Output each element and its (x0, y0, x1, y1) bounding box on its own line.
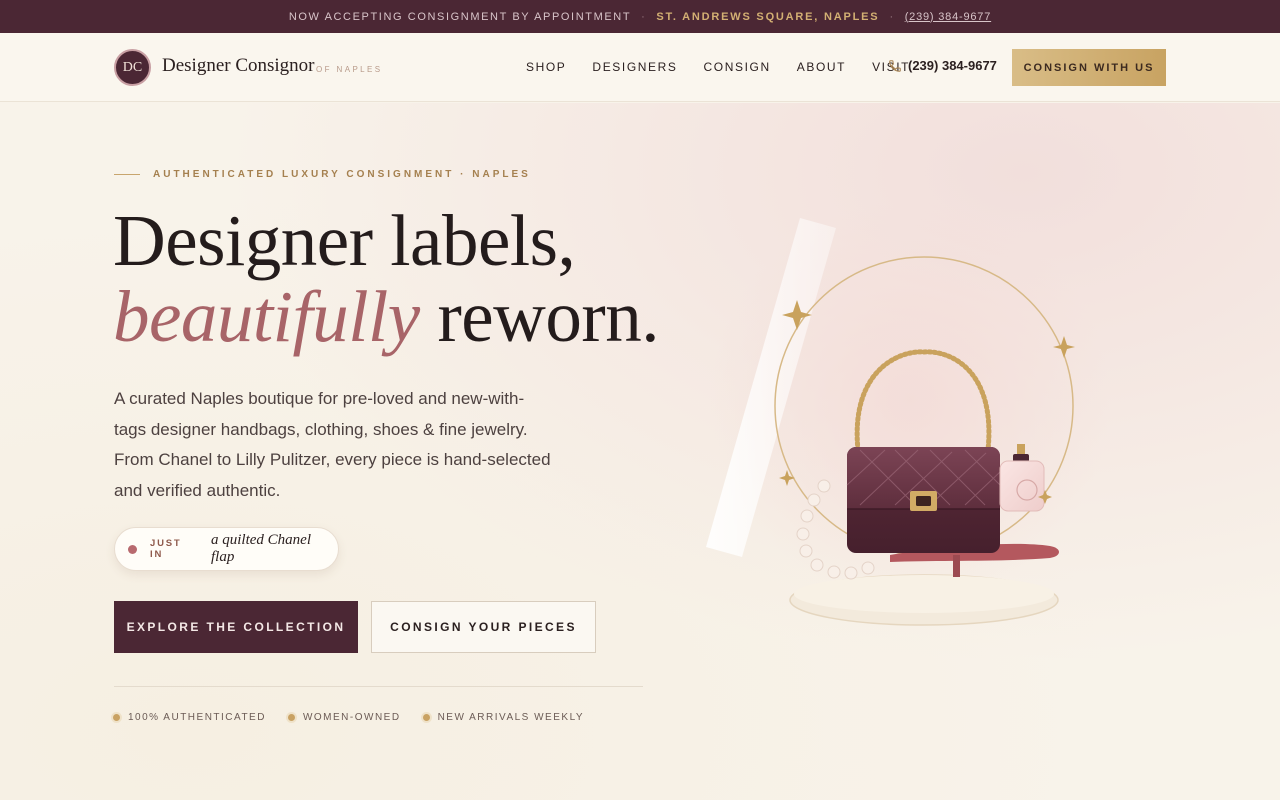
site-header: DC Designer Consignor OF NAPLES SHOP DES… (0, 33, 1280, 102)
headline-line-1: Designer labels, (113, 200, 576, 281)
main-nav: SHOP DESIGNERS CONSIGN ABOUT VISIT (526, 60, 936, 74)
explore-collection-button[interactable]: EXPLORE THE COLLECTION (114, 601, 358, 653)
badge-label: WOMEN-OWNED (302, 712, 401, 723)
badge-label: NEW ARRIVALS WEEKLY (437, 712, 585, 723)
header-phone-link[interactable]: (239) 384-9677 (888, 58, 997, 73)
status-dot (128, 544, 137, 554)
hero-eyebrow: AUTHENTICATED LUXURY CONSIGNMENT · NAPLE… (114, 169, 531, 180)
just-in-item: a quilted Chanel flap (211, 532, 311, 565)
topbar-phone-link[interactable]: (239) 384-9677 (905, 11, 991, 23)
hero-headline: Designer labels, beautifully reworn. (113, 203, 659, 355)
header-phone-text: (239) 384-9677 (908, 58, 997, 73)
nav-item-designers[interactable]: DESIGNERS (592, 60, 677, 74)
headline-line-2: beautifully reworn. (113, 279, 659, 355)
badge-dot (113, 714, 120, 721)
just-in-pill[interactable]: JUST IN a quilted Chanel flap (114, 527, 339, 571)
badge-women-owned: WOMEN-OWNED (287, 712, 401, 723)
just-in-label: JUST IN (150, 538, 182, 560)
scarf-tail (953, 555, 960, 577)
phone-icon (889, 59, 901, 72)
hero-description: A curated Naples boutique for pre-loved … (114, 389, 551, 500)
announcement-bar: NOW ACCEPTING CONSIGNMENT BY APPOINTMENT… (0, 0, 1280, 33)
logo-subtitle: OF NAPLES (316, 65, 383, 74)
separator-dot: · (889, 10, 895, 23)
separator-dot: · (641, 10, 647, 23)
badge-authenticated: 100% AUTHENTICATED (113, 712, 266, 723)
eyebrow-rule (114, 174, 140, 175)
hero-illustration (706, 200, 1110, 626)
location-text: ST. ANDREWS SQUARE, NAPLES (656, 10, 880, 23)
headline-rest: reworn. (419, 276, 659, 357)
badge-dot (287, 714, 295, 721)
eyebrow-text: AUTHENTICATED LUXURY CONSIGNMENT · NAPLE… (153, 169, 531, 180)
nav-item-shop[interactable]: SHOP (526, 60, 566, 74)
nav-item-consign[interactable]: CONSIGN (704, 60, 771, 74)
hero-divider (114, 686, 643, 687)
pedestal-top (794, 575, 1054, 613)
appointment-text: NOW ACCEPTING CONSIGNMENT BY APPOINTMENT (288, 10, 632, 23)
handbag-icon (846, 447, 1001, 553)
nav-item-about[interactable]: ABOUT (797, 60, 846, 74)
consign-with-us-button[interactable]: CONSIGN WITH US (1012, 49, 1166, 86)
logo-name[interactable]: Designer Consignor (162, 55, 315, 77)
headline-italic: beautifully (113, 276, 420, 357)
trust-badges: 100% AUTHENTICATED WOMEN-OWNED NEW ARRIV… (113, 712, 606, 723)
logo-monogram[interactable]: DC (114, 49, 151, 86)
badge-dot (422, 714, 430, 721)
badge-new-arrivals: NEW ARRIVALS WEEKLY (422, 712, 585, 723)
badge-label: 100% AUTHENTICATED (128, 712, 266, 723)
consign-pieces-button[interactable]: CONSIGN YOUR PIECES (371, 601, 596, 653)
